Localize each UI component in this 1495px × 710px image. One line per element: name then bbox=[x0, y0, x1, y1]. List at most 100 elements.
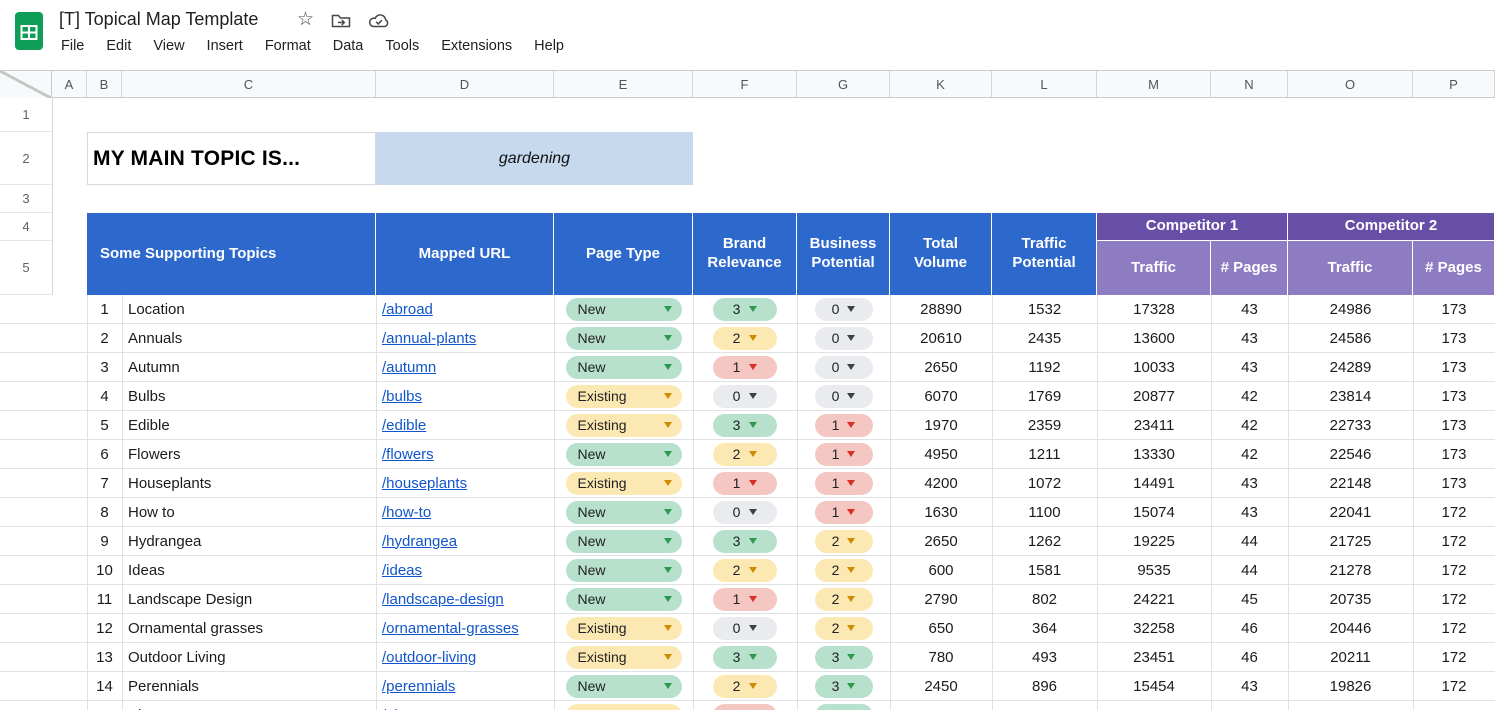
menu-view[interactable]: View bbox=[151, 36, 186, 56]
competitor1-traffic-cell[interactable]: 32258 bbox=[1097, 614, 1211, 642]
total-volume-cell[interactable]: 20610 bbox=[890, 324, 992, 352]
row-index-cell[interactable]: 11 bbox=[87, 585, 122, 613]
traffic-potential-cell[interactable]: 364 bbox=[992, 614, 1097, 642]
header-c2-traffic[interactable]: Traffic bbox=[1288, 241, 1413, 295]
competitor1-pages-cell[interactable]: 43 bbox=[1211, 469, 1288, 497]
competitor1-traffic-cell[interactable]: 23411 bbox=[1097, 411, 1211, 439]
menu-file[interactable]: File bbox=[59, 36, 86, 56]
business-potential-dropdown[interactable]: 2 bbox=[814, 587, 873, 611]
competitor1-traffic-cell[interactable]: 24221 bbox=[1097, 585, 1211, 613]
row-header-1[interactable]: 1 bbox=[0, 98, 52, 132]
competitor2-pages-cell[interactable]: 172 bbox=[1413, 585, 1495, 613]
competitor2-traffic-cell[interactable]: 20735 bbox=[1288, 585, 1413, 613]
header-business-potential[interactable]: Business Potential bbox=[797, 213, 890, 295]
total-volume-cell[interactable]: 4200 bbox=[890, 469, 992, 497]
competitor1-pages-cell[interactable]: 43 bbox=[1211, 324, 1288, 352]
competitor2-traffic-cell[interactable]: 20446 bbox=[1288, 614, 1413, 642]
competitor1-traffic-cell[interactable]: 23451 bbox=[1097, 643, 1211, 671]
row-header-5[interactable]: 5 bbox=[0, 241, 52, 295]
mapped-url-link[interactable]: /annual-plants bbox=[382, 330, 476, 347]
column-header-M[interactable]: M bbox=[1097, 71, 1211, 97]
traffic-potential-cell[interactable]: 493 bbox=[992, 643, 1097, 671]
row-index-cell[interactable]: 10 bbox=[87, 556, 122, 584]
topic-cell[interactable]: Location bbox=[122, 295, 376, 323]
brand-relevance-dropdown[interactable]: 2 bbox=[713, 558, 777, 582]
brand-relevance-dropdown[interactable]: 2 bbox=[713, 674, 777, 698]
total-volume-cell[interactable]: 1630 bbox=[890, 498, 992, 526]
mapped-url-link[interactable]: /ideas bbox=[382, 562, 422, 579]
menu-insert[interactable]: Insert bbox=[205, 36, 245, 56]
brand-relevance-dropdown[interactable]: 0 bbox=[713, 616, 777, 640]
topic-cell[interactable]: Edible bbox=[122, 411, 376, 439]
competitor2-traffic-cell[interactable]: 21278 bbox=[1288, 556, 1413, 584]
competitor1-pages-cell[interactable]: 46 bbox=[1211, 701, 1288, 710]
competitor2-pages-cell[interactable]: 173 bbox=[1413, 469, 1495, 497]
mapped-url-link[interactable]: /plants bbox=[382, 707, 426, 710]
mapped-url-link[interactable]: /outdoor-living bbox=[382, 649, 476, 666]
competitor1-traffic-cell[interactable]: 13600 bbox=[1097, 324, 1211, 352]
mapped-url-link[interactable]: /how-to bbox=[382, 504, 431, 521]
total-volume-cell[interactable]: 6210 bbox=[890, 701, 992, 710]
competitor1-pages-cell[interactable]: 45 bbox=[1211, 585, 1288, 613]
row-index-cell[interactable]: 15 bbox=[87, 701, 122, 710]
page-type-dropdown[interactable]: New bbox=[565, 558, 682, 582]
traffic-potential-cell[interactable]: 1769 bbox=[992, 382, 1097, 410]
column-header-B[interactable]: B bbox=[87, 71, 122, 97]
header-brand-relevance[interactable]: Brand Relevance bbox=[693, 213, 797, 295]
business-potential-dropdown[interactable]: 3 bbox=[814, 674, 873, 698]
business-potential-dropdown[interactable]: 1 bbox=[814, 413, 873, 437]
traffic-potential-cell[interactable]: 274 bbox=[992, 701, 1097, 710]
competitor1-traffic-cell[interactable]: 13330 bbox=[1097, 440, 1211, 468]
competitor2-traffic-cell[interactable]: 22148 bbox=[1288, 469, 1413, 497]
business-potential-dropdown[interactable]: 1 bbox=[814, 471, 873, 495]
page-type-dropdown[interactable]: Existing bbox=[565, 384, 682, 408]
header-traffic-potential[interactable]: Traffic Potential bbox=[992, 213, 1097, 295]
brand-relevance-dropdown[interactable]: 0 bbox=[713, 500, 777, 524]
column-header-O[interactable]: O bbox=[1288, 71, 1413, 97]
competitor2-pages-cell[interactable]: 173 bbox=[1413, 324, 1495, 352]
competitor1-pages-cell[interactable]: 42 bbox=[1211, 440, 1288, 468]
brand-relevance-dropdown[interactable]: 1 bbox=[713, 355, 777, 379]
total-volume-cell[interactable]: 1970 bbox=[890, 411, 992, 439]
header-c1-pages[interactable]: # Pages bbox=[1211, 241, 1288, 295]
menu-format[interactable]: Format bbox=[263, 36, 313, 56]
traffic-potential-cell[interactable]: 896 bbox=[992, 672, 1097, 700]
competitor2-pages-cell[interactable]: 173 bbox=[1413, 295, 1495, 323]
row-index-cell[interactable]: 13 bbox=[87, 643, 122, 671]
header-c1-traffic[interactable]: Traffic bbox=[1097, 241, 1211, 295]
menu-extensions[interactable]: Extensions bbox=[439, 36, 514, 56]
page-type-dropdown[interactable]: New bbox=[565, 674, 682, 698]
business-potential-dropdown[interactable]: 2 bbox=[814, 558, 873, 582]
competitor2-pages-cell[interactable]: 172 bbox=[1413, 643, 1495, 671]
competitor1-pages-cell[interactable]: 46 bbox=[1211, 643, 1288, 671]
row-index-cell[interactable]: 12 bbox=[87, 614, 122, 642]
mapped-url-link[interactable]: /landscape-design bbox=[382, 591, 504, 608]
total-volume-cell[interactable]: 6070 bbox=[890, 382, 992, 410]
competitor1-pages-cell[interactable]: 43 bbox=[1211, 353, 1288, 381]
competitor1-pages-cell[interactable]: 42 bbox=[1211, 411, 1288, 439]
mapped-url-link[interactable]: /abroad bbox=[382, 301, 433, 318]
traffic-potential-cell[interactable]: 1581 bbox=[992, 556, 1097, 584]
page-type-dropdown[interactable]: New bbox=[565, 355, 682, 379]
page-type-dropdown[interactable]: Existing bbox=[565, 703, 682, 710]
header-total-volume[interactable]: Total Volume bbox=[890, 213, 992, 295]
competitor2-pages-cell[interactable]: 173 bbox=[1413, 440, 1495, 468]
business-potential-dropdown[interactable]: 3 bbox=[814, 703, 873, 710]
business-potential-dropdown[interactable]: 0 bbox=[814, 355, 873, 379]
total-volume-cell[interactable]: 780 bbox=[890, 643, 992, 671]
main-topic-value-cell[interactable]: gardening bbox=[376, 132, 693, 185]
brand-relevance-dropdown[interactable]: 1 bbox=[713, 587, 777, 611]
total-volume-cell[interactable]: 2650 bbox=[890, 353, 992, 381]
column-header-L[interactable]: L bbox=[992, 71, 1097, 97]
total-volume-cell[interactable]: 28890 bbox=[890, 295, 992, 323]
page-type-dropdown[interactable]: Existing bbox=[565, 413, 682, 437]
business-potential-dropdown[interactable]: 0 bbox=[814, 297, 873, 321]
header-competitor-2[interactable]: Competitor 2 bbox=[1288, 213, 1495, 241]
page-type-dropdown[interactable]: New bbox=[565, 442, 682, 466]
column-header-D[interactable]: D bbox=[376, 71, 554, 97]
row-index-cell[interactable]: 7 bbox=[87, 469, 122, 497]
row-index-cell[interactable]: 14 bbox=[87, 672, 122, 700]
competitor2-pages-cell[interactable]: 172 bbox=[1413, 556, 1495, 584]
competitor2-traffic-cell[interactable]: 19826 bbox=[1288, 672, 1413, 700]
select-all-corner[interactable] bbox=[0, 71, 52, 98]
